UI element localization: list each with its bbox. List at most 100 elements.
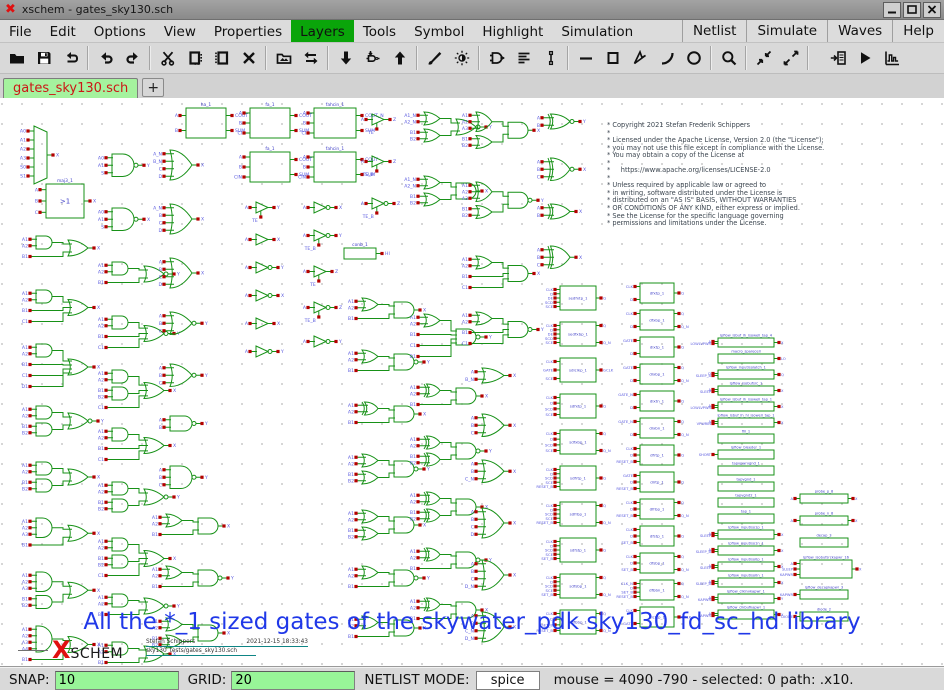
schematic-symbol[interactable]: A0A1SX (98, 208, 150, 231)
schematic-symbol[interactable]: sedfxbp_1CLKDDESCDSCEQQ_N (545, 322, 611, 346)
schematic-symbol[interactable]: dfxbp_1CLKDQQ_N (626, 310, 689, 330)
toggle-colors-icon[interactable] (448, 45, 475, 71)
menu-symbol[interactable]: Symbol (405, 20, 473, 42)
menu-help-button[interactable]: Help (892, 20, 944, 42)
insert-symbol-icon[interactable] (483, 45, 510, 71)
schematic-symbol[interactable]: A1A2A3B1X (22, 518, 100, 549)
schematic-symbol[interactable]: lpflow_lsbuf_lh_isowell_tap_1ALOWLVPWRX (690, 398, 784, 412)
schematic-symbol[interactable]: A1A2B1C1Y (98, 316, 180, 351)
schematic-symbol[interactable]: ATEZ (303, 266, 338, 288)
schematic-symbol[interactable]: ABY (159, 416, 208, 431)
copy-icon[interactable] (181, 45, 208, 71)
schematic-symbol[interactable]: ATE_BZ (303, 302, 342, 324)
schematic-symbol[interactable]: ABCD_NX (465, 560, 516, 590)
menu-properties[interactable]: Properties (205, 20, 291, 42)
menu-simulate-button[interactable]: Simulate (746, 20, 827, 42)
place-wire-icon[interactable] (537, 45, 564, 71)
schematic-symbol[interactable]: ABCDX (158, 258, 204, 288)
snap-input[interactable] (55, 671, 179, 690)
schematic-symbol[interactable]: dlxtp_1GATEDQ (623, 337, 684, 357)
schematic-symbol[interactable]: A0A1A2A3S0S1X (20, 126, 59, 184)
schematic-symbol[interactable]: A1A2B1C1X (98, 428, 176, 463)
new-tab-button[interactable]: + (142, 78, 164, 97)
grid-input[interactable] (231, 671, 355, 690)
schematic-symbol[interactable]: dlxbp_1GATEDQQ_N (623, 364, 689, 384)
schematic-symbol[interactable]: sdfxtp_1CLKDSCDSCEQ (545, 394, 606, 418)
schematic-symbol[interactable]: probe_p_8AX (791, 490, 858, 504)
menu-netlist-button[interactable]: Netlist (682, 20, 747, 42)
redo-icon[interactable] (119, 45, 146, 71)
open-file-icon[interactable] (3, 45, 30, 71)
schematic-symbol[interactable]: ABCY (159, 466, 208, 489)
schematic-symbol[interactable]: A1A2B1X (22, 236, 100, 260)
schematic-symbol[interactable]: fill_1 (718, 430, 774, 444)
menu-options[interactable]: Options (85, 20, 155, 42)
schematic-symbol[interactable]: ABCY (159, 364, 208, 387)
schematic-symbol[interactable]: lpflow_clkinvkapwr_1AKAPWRY (698, 590, 784, 604)
tab-gates-sky130[interactable]: gates_sky130.sch (3, 78, 138, 98)
schematic-symbol[interactable]: A1A2B1Y (348, 350, 430, 374)
schematic-symbol[interactable]: AY (303, 336, 342, 347)
schematic-canvas[interactable]: A0A1A2A3S0S1Xmaj3_1>1ABCXA1A2B1XA1A2B1C1… (0, 98, 944, 666)
schematic-symbol[interactable]: probe_n_8AX (791, 512, 858, 526)
schematic-symbol[interactable]: ABCX (537, 246, 582, 269)
schematic-symbol[interactable]: macro_sparecellLO (718, 350, 786, 364)
load-symbol-icon[interactable] (270, 45, 297, 71)
schematic-symbol[interactable]: lpflow_inputiso1p_1ASLEEPX (700, 526, 784, 540)
schematic-symbol[interactable]: tapvgnd2_1 (718, 494, 774, 508)
schematic-symbol[interactable]: ABCX (471, 414, 516, 437)
draw-line-icon[interactable] (572, 45, 599, 71)
schematic-symbol[interactable]: sedfxtp_1CLKDDESCDSCEQ (545, 286, 606, 310)
schematic-symbol[interactable]: dfrtp_1CLKDRESET_BQ (616, 445, 684, 465)
minimize-button[interactable] (883, 2, 901, 18)
schematic-symbol[interactable]: AY (245, 346, 284, 357)
schematic-symbol[interactable]: sdfsbp_1CLKDSCDSCESET_BQQ_N (541, 574, 611, 598)
schematic-symbol[interactable]: ABC_NX (465, 460, 516, 483)
schematic-symbol[interactable]: lpflow_inputiso1n_1ASLEEP_BX (696, 542, 784, 556)
schematic-symbol[interactable]: A1A2B1X (152, 514, 230, 538)
menu-tools[interactable]: Tools (354, 20, 405, 42)
schematic-symbol[interactable]: A1A2B1Y (152, 566, 234, 590)
schematic-symbol[interactable]: A1A2B1C1X (462, 256, 540, 291)
schematic-symbol[interactable]: A1A2B1B2Y (22, 406, 104, 436)
menu-layers[interactable]: Layers (291, 20, 354, 42)
schematic-symbol[interactable]: lpflow_isobufsrc_1ASLEEPX (700, 382, 784, 396)
schematic-symbol[interactable]: A1A2B1B2X (22, 462, 100, 492)
delete-icon[interactable] (235, 45, 262, 71)
schematic-symbol[interactable]: tap_1 (718, 510, 774, 524)
schematic-symbol[interactable]: dlrtp_1GATEDRESET_BQ (616, 472, 684, 492)
maximize-button[interactable] (903, 2, 921, 18)
schematic-symbol[interactable]: ABCDX (470, 508, 516, 538)
schematic-symbol[interactable]: ABCY (159, 312, 208, 335)
zoom-in-icon[interactable] (750, 45, 777, 71)
schematic-symbol[interactable]: ABX (537, 204, 582, 219)
zoom-box-icon[interactable] (715, 45, 742, 71)
schematic-symbol[interactable]: A1A2B1B2Y (98, 482, 180, 512)
reload-file-icon[interactable] (57, 45, 84, 71)
save-file-icon[interactable] (30, 45, 57, 71)
push-schematic-icon[interactable] (359, 45, 386, 71)
schematic-symbol[interactable]: tapvgnd_1 (718, 478, 774, 492)
schematic-symbol[interactable]: sdfrtp_1CLKDSCDSCERESET_BQ (536, 466, 606, 490)
schematic-symbol[interactable]: ABY (537, 114, 586, 129)
schematic-symbol[interactable]: sdfstp_1CLKDSCDSCESET_BQ (541, 538, 606, 562)
schematic-symbol[interactable]: ATE_BY (303, 230, 342, 252)
schematic-symbol[interactable]: A0A1SY (98, 154, 150, 177)
schematic-symbol[interactable]: dfxtp_1CLKDQ (626, 283, 684, 303)
schematic-symbol[interactable]: A1A2B1C1X (22, 290, 100, 325)
schematic-symbol[interactable]: A1A2B1Y (98, 262, 180, 286)
schematic-symbol[interactable]: ATE_BZ (361, 198, 400, 220)
schematic-symbol[interactable]: A1A2B1Y (410, 548, 492, 572)
netlist-mode-value[interactable]: spice (476, 671, 540, 690)
schematic-symbol[interactable]: A1A2B1X (410, 384, 488, 408)
place-text-icon[interactable] (510, 45, 537, 71)
schematic-symbol[interactable]: A1A2A3B1B2X (462, 112, 540, 149)
swap-views-icon[interactable] (297, 45, 324, 71)
draw-circle-icon[interactable] (680, 45, 707, 71)
draw-arc-icon[interactable] (653, 45, 680, 71)
schematic-symbol[interactable]: dfbbn_1CLK_NDSET_BRESET_BQQ_N (616, 580, 689, 600)
schematic-symbol[interactable]: lpflow_inputiso0n_1ASLEEP_BX (696, 574, 784, 588)
schematic-symbol[interactable]: AB_NX (465, 368, 516, 383)
descend-schematic-icon[interactable] (332, 45, 359, 71)
schematic-symbol[interactable]: A_NBCDX (153, 204, 204, 234)
